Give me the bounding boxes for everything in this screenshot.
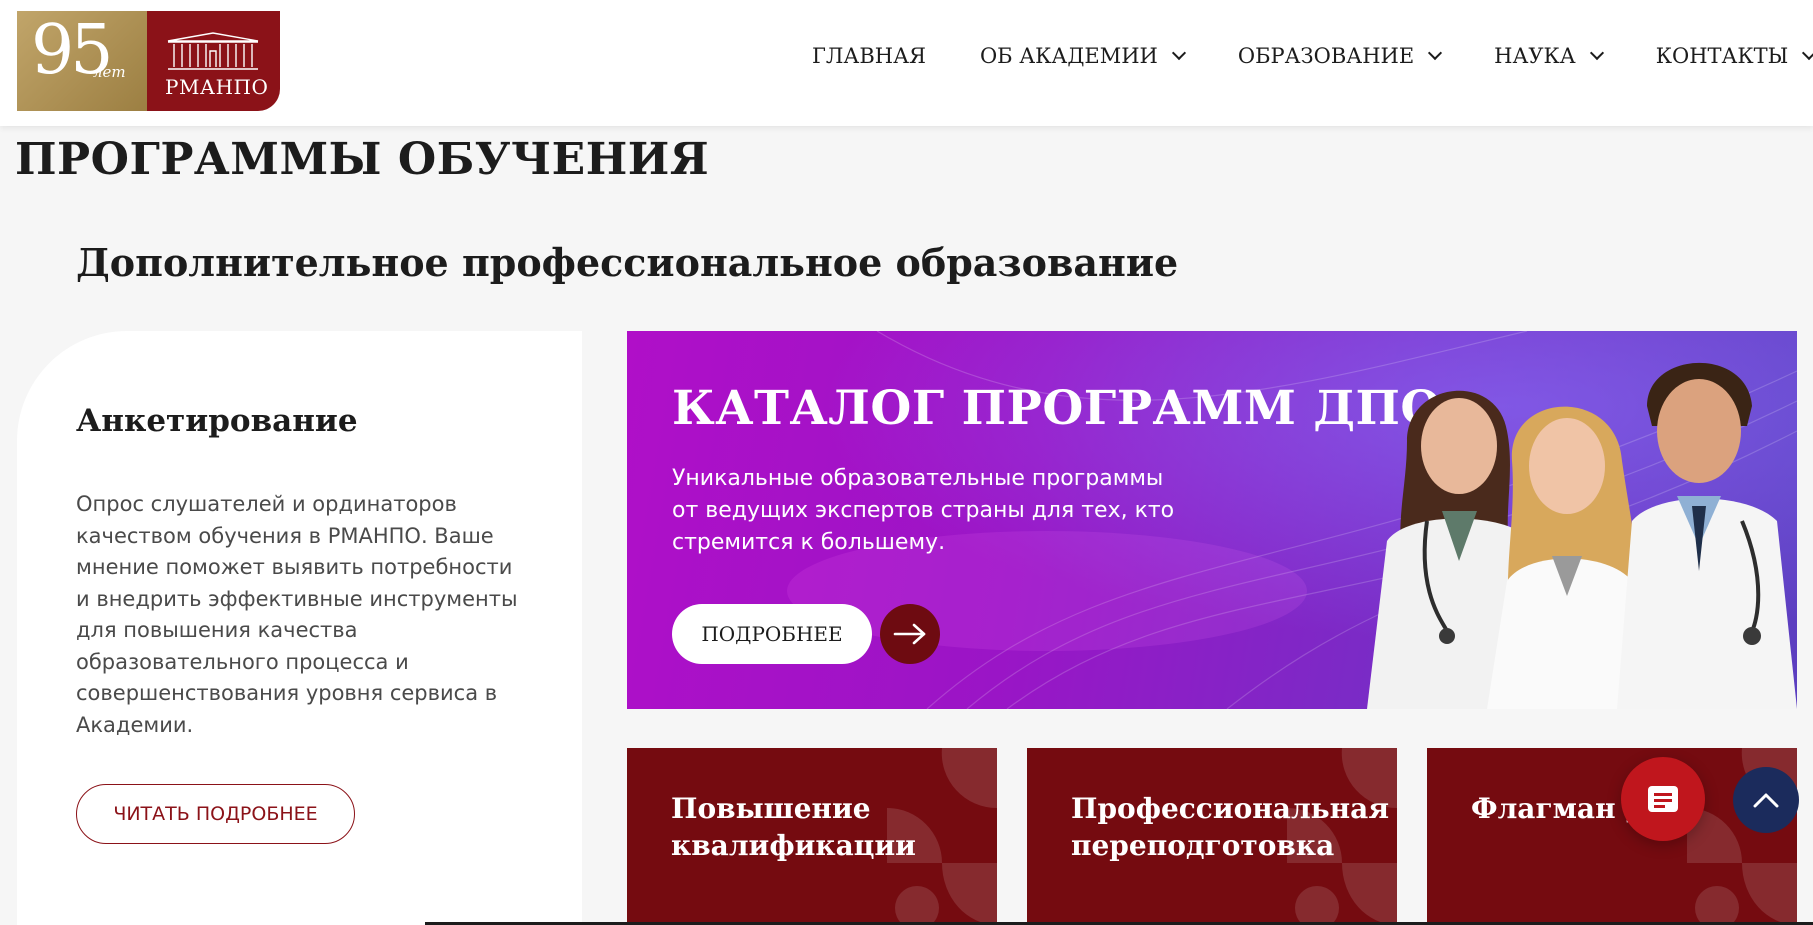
chevron-up-icon [1753, 793, 1779, 808]
category-card-qualification[interactable]: Повышение квалификации [627, 748, 997, 925]
nav-item-label: ОБРАЗОВАНИЕ [1237, 44, 1415, 68]
banner-description: Уникальные образовательные программы от … [672, 466, 1175, 555]
nav-item-label: НАУКА [1494, 44, 1576, 68]
read-more-button[interactable]: ЧИТАТЬ ПОДРОБНЕЕ [76, 784, 355, 844]
nav-item-contacts[interactable]: КОНТАКТЫ [1656, 44, 1813, 68]
category-card-retraining[interactable]: Профессиональная переподготовка [1027, 748, 1397, 925]
survey-card: Анкетирование Опрос слушателей и ординат… [17, 331, 582, 925]
doctors-photo [1367, 362, 1797, 709]
category-title-line: Профессиональная [1071, 792, 1390, 825]
main-nav: ГЛАВНАЯ ОБ АКАДЕМИИ ОБРАЗОВАНИЕ НАУКА КО… [812, 44, 1813, 68]
page-title: ПРОГРАММЫ ОБУЧЕНИЯ [15, 134, 710, 185]
category-title: Профессиональная переподготовка [1071, 790, 1389, 864]
chat-icon [1648, 786, 1678, 812]
logo[interactable]: 95 лет РМАНПО [17, 11, 280, 111]
arrow-right-icon[interactable] [880, 604, 940, 664]
nav-item-label: ОБ АКАДЕМИИ [979, 44, 1158, 68]
nav-item-label: ГЛАВНАЯ [812, 44, 926, 68]
nav-item-home[interactable]: ГЛАВНАЯ [812, 44, 926, 68]
section-title: Дополнительное профессиональное образова… [76, 240, 1179, 285]
nav-item-about[interactable]: ОБ АКАДЕМИИ [979, 44, 1186, 68]
catalog-banner: КАТАЛОГ ПРОГРАММ ДПО Уникальные образова… [627, 331, 1797, 709]
chevron-down-icon [1428, 45, 1443, 61]
chevron-down-icon [1171, 45, 1186, 61]
logo-anniversary: 95 лет [17, 11, 147, 111]
category-title-line: Повышение [671, 792, 871, 825]
nav-item-label: КОНТАКТЫ [1655, 44, 1789, 68]
category-title: Повышение квалификации [671, 790, 916, 864]
scroll-to-top-button[interactable] [1733, 767, 1799, 833]
banner-title: КАТАЛОГ ПРОГРАММ ДПО [672, 381, 1442, 436]
survey-description: Опрос слушателей и ординаторов качеством… [76, 492, 518, 737]
chat-button[interactable] [1621, 757, 1705, 841]
logo-name: РМАНПО [165, 75, 269, 99]
nav-item-education[interactable]: ОБРАЗОВАНИЕ [1237, 44, 1443, 68]
category-card-flagship[interactable]: Флагман Д [1427, 748, 1797, 925]
category-title-line: квалификации [671, 829, 916, 862]
building-icon [167, 32, 259, 70]
chevron-down-icon [1802, 45, 1813, 61]
survey-title: Анкетирование [76, 403, 358, 439]
nav-item-science[interactable]: НАУКА [1494, 44, 1604, 68]
details-button[interactable]: ПОДРОБНЕЕ [672, 604, 872, 664]
logo-years-suffix: лет [93, 63, 126, 81]
logo-emblem: РМАНПО [147, 11, 280, 111]
site-header: 95 лет РМАНПО ГЛАВНАЯ ОБ АКАДЕМИИ ОБРАЗО… [0, 0, 1813, 126]
chevron-down-icon [1589, 45, 1604, 61]
category-title-line: переподготовка [1071, 829, 1335, 862]
doctor-right [1617, 362, 1797, 709]
